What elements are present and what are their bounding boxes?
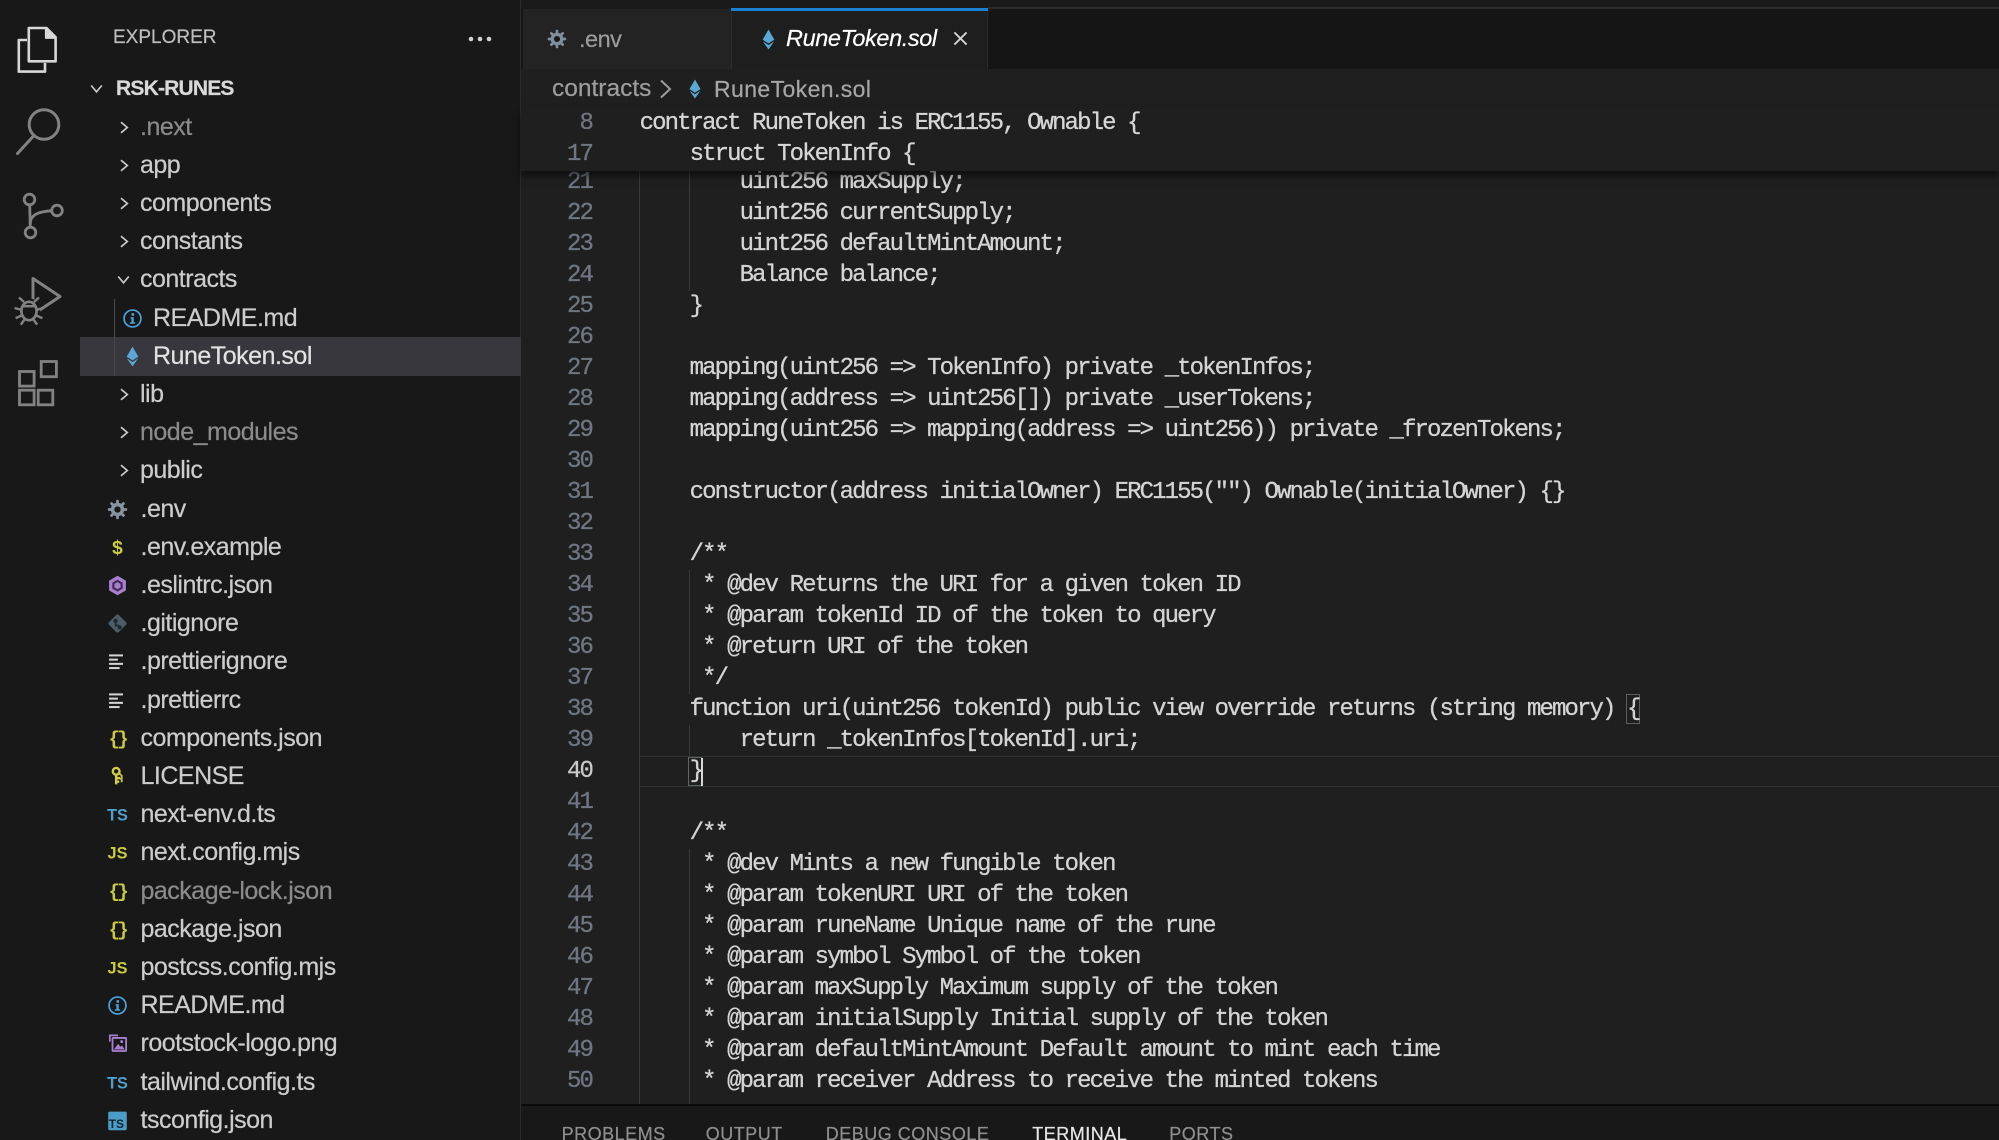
svg-text:TS: TS [107, 807, 128, 825]
svg-text:TS: TS [107, 1074, 128, 1092]
svg-text:}: } [117, 919, 129, 941]
svg-text:TS: TS [108, 1117, 123, 1131]
svg-text:}: } [117, 881, 129, 903]
svg-text:JS: JS [107, 960, 127, 978]
svg-text:}: } [117, 728, 129, 750]
svg-text:$: $ [112, 538, 123, 559]
svg-text:JS: JS [107, 845, 127, 863]
